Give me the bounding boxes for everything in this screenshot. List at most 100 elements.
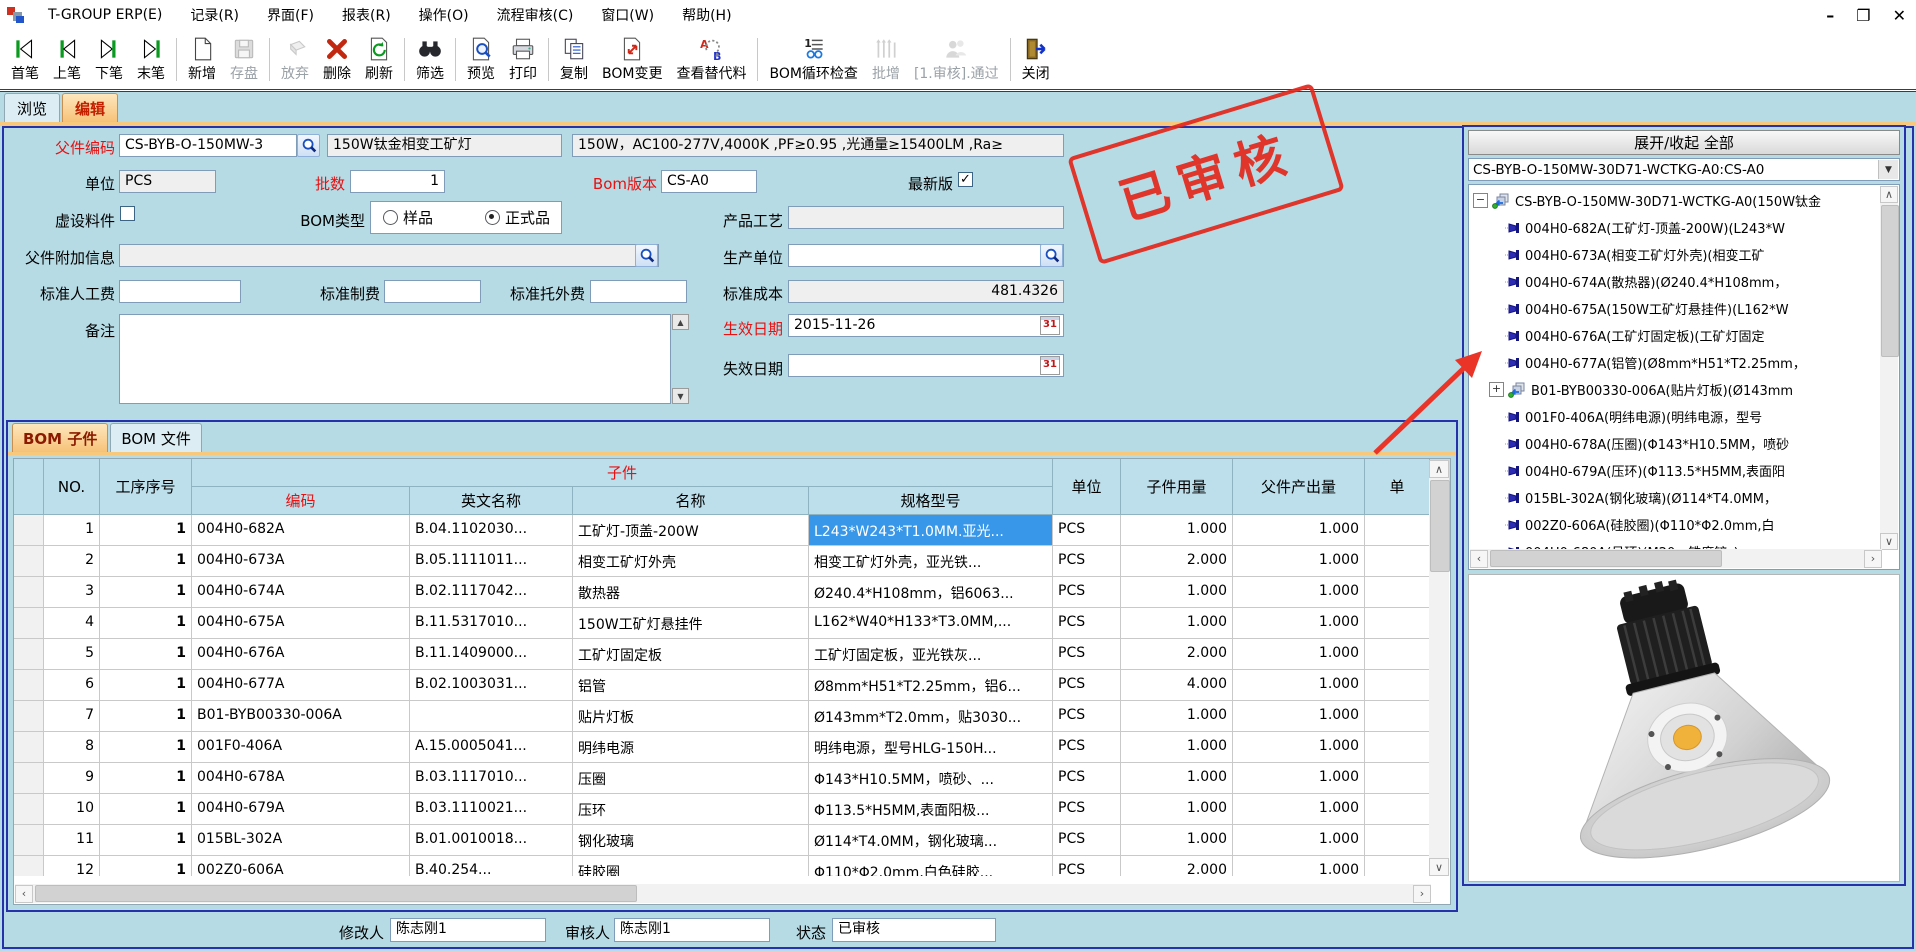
cell-code[interactable]: 002Z0-606A: [192, 856, 410, 876]
table-row[interactable]: 71B01-BYB00330-006A贴片灯板Ø143mm*T2.0mm，贴30…: [14, 701, 1450, 732]
cell-child_qty[interactable]: 4.000: [1121, 670, 1233, 701]
cell-extra[interactable]: [1365, 856, 1430, 876]
std-labor-field[interactable]: [119, 280, 241, 303]
tree-item[interactable]: +B01-BYB00330-006A(贴片灯板)(Ø143mm: [1469, 376, 1879, 403]
cell-name[interactable]: 150W工矿灯悬挂件: [573, 608, 809, 639]
cell-name[interactable]: 铝管: [573, 670, 809, 701]
table-row[interactable]: 121002Z0-606AB.40.254...硅胶圈Φ110*Φ2.0mm,白…: [14, 856, 1450, 876]
bom-type-sample-radio[interactable]: 样品: [383, 207, 433, 228]
cell-child_qty[interactable]: 1.000: [1121, 732, 1233, 763]
cell-child_qty[interactable]: 1.000: [1121, 608, 1233, 639]
cell-child_qty[interactable]: 2.000: [1121, 639, 1233, 670]
cell-unit[interactable]: PCS: [1053, 825, 1121, 856]
cell-sel[interactable]: [14, 670, 44, 701]
batch-add-button[interactable]: 批增: [865, 30, 907, 89]
tab-bom-files[interactable]: BOM 文件: [110, 423, 202, 452]
tree-item[interactable]: 004H0-675A(150W工矿灯悬挂件)(L162*W: [1469, 295, 1879, 322]
cell-op_seq[interactable]: 1: [100, 577, 192, 608]
cell-unit[interactable]: PCS: [1053, 794, 1121, 825]
cell-extra[interactable]: [1365, 608, 1430, 639]
cell-parent_output[interactable]: 1.000: [1233, 825, 1365, 856]
scroll-thumb[interactable]: [35, 885, 637, 902]
cell-no[interactable]: 7: [44, 701, 100, 732]
header-parent-output[interactable]: 父件产出量: [1233, 459, 1365, 515]
cell-code[interactable]: 001F0-406A: [192, 732, 410, 763]
cell-code[interactable]: 015BL-302A: [192, 825, 410, 856]
cell-sel[interactable]: [14, 608, 44, 639]
refresh-button[interactable]: 刷新: [358, 30, 400, 89]
cell-en_name[interactable]: [410, 701, 573, 732]
cell-extra[interactable]: [1365, 670, 1430, 701]
scroll-down-icon[interactable]: ∨: [1880, 533, 1898, 550]
table-row[interactable]: 41004H0-675AB.11.5317010...150W工矿灯悬挂件L16…: [14, 608, 1450, 639]
cell-spec[interactable]: Φ113.5*H5MM,表面阳极...: [809, 794, 1053, 825]
table-row[interactable]: 81001F0-406AA.15.0005041...明纬电源明纬电源，型号HL…: [14, 732, 1450, 763]
expire-date-field[interactable]: [788, 354, 1064, 377]
cell-parent_output[interactable]: 1.000: [1233, 856, 1365, 876]
cell-child_qty[interactable]: 1.000: [1121, 515, 1233, 546]
cell-parent_output[interactable]: 1.000: [1233, 577, 1365, 608]
cell-sel[interactable]: [14, 701, 44, 732]
chevron-down-icon[interactable]: ▼: [1878, 160, 1898, 179]
cell-code[interactable]: 004H0-679A: [192, 794, 410, 825]
cell-spec[interactable]: L243*W243*T1.0MM.亚光...: [809, 515, 1053, 546]
scroll-up-icon[interactable]: ∧: [1880, 186, 1898, 203]
menu-operation[interactable]: 操作(O): [405, 0, 483, 30]
cell-name[interactable]: 工矿灯-顶盖-200W: [573, 515, 809, 546]
cell-op_seq[interactable]: 1: [100, 639, 192, 670]
header-name[interactable]: 名称: [573, 487, 809, 515]
tree-item[interactable]: 004H0-679A(压环)(Φ113.5*H5MM,表面阳: [1469, 457, 1879, 484]
cell-parent_output[interactable]: 1.000: [1233, 608, 1365, 639]
cell-no[interactable]: 12: [44, 856, 100, 876]
cell-sel[interactable]: [14, 546, 44, 577]
table-row[interactable]: 11004H0-682AB.04.1102030...工矿灯-顶盖-200WL2…: [14, 515, 1450, 546]
effective-date-calendar-icon[interactable]: 31: [1040, 316, 1060, 335]
cell-en_name[interactable]: B.01.0010018...: [410, 825, 573, 856]
cell-name[interactable]: 散热器: [573, 577, 809, 608]
cell-no[interactable]: 1: [44, 515, 100, 546]
bom-loop-check-button[interactable]: 1 BOM循环检查: [762, 30, 864, 89]
remark-textarea[interactable]: [119, 314, 671, 404]
tab-edit[interactable]: 编辑: [62, 93, 118, 122]
cell-en_name[interactable]: B.04.1102030...: [410, 515, 573, 546]
cell-op_seq[interactable]: 1: [100, 670, 192, 701]
copy-button[interactable]: 复制: [553, 30, 595, 89]
table-row[interactable]: 21004H0-673AB.05.1111011...相变工矿灯外壳相变工矿灯外…: [14, 546, 1450, 577]
header-unit[interactable]: 单位: [1053, 459, 1121, 515]
cell-sel[interactable]: [14, 577, 44, 608]
cell-no[interactable]: 5: [44, 639, 100, 670]
last-record-button[interactable]: 末笔: [130, 30, 172, 89]
tree-item[interactable]: 004H0-677A(铝管)(Ø8mm*H51*T2.25mm，: [1469, 349, 1879, 376]
cell-code[interactable]: 004H0-673A: [192, 546, 410, 577]
batch-field[interactable]: 1: [350, 170, 445, 193]
cell-no[interactable]: 10: [44, 794, 100, 825]
cell-code[interactable]: B01-BYB00330-006A: [192, 701, 410, 732]
cell-spec[interactable]: Ø8mm*H51*T2.25mm，铝6...: [809, 670, 1053, 701]
cell-unit[interactable]: PCS: [1053, 732, 1121, 763]
latest-version-checkbox[interactable]: ✓: [958, 172, 973, 187]
cell-sel[interactable]: [14, 856, 44, 876]
cell-name[interactable]: 压圈: [573, 763, 809, 794]
cell-op_seq[interactable]: 1: [100, 515, 192, 546]
cell-parent_output[interactable]: 1.000: [1233, 732, 1365, 763]
menu-record[interactable]: 记录(R): [176, 0, 253, 30]
cell-code[interactable]: 004H0-674A: [192, 577, 410, 608]
cell-en_name[interactable]: B.03.1117010...: [410, 763, 573, 794]
menu-report[interactable]: 报表(R): [328, 0, 405, 30]
cell-spec[interactable]: Ø240.4*H108mm，铝6063...: [809, 577, 1053, 608]
cell-en_name[interactable]: A.15.0005041...: [410, 732, 573, 763]
audit-pass-button[interactable]: [1.审核].通过: [907, 30, 1006, 89]
cell-parent_output[interactable]: 1.000: [1233, 794, 1365, 825]
cell-no[interactable]: 4: [44, 608, 100, 639]
table-row[interactable]: 111015BL-302AB.01.0010018...钢化玻璃Ø114*T4.…: [14, 825, 1450, 856]
header-op-seq[interactable]: 工序序号: [100, 459, 192, 515]
cell-name[interactable]: 工矿灯固定板: [573, 639, 809, 670]
cell-child_qty[interactable]: 2.000: [1121, 856, 1233, 876]
menu-interface[interactable]: 界面(F): [253, 0, 328, 30]
tree-item[interactable]: 015BL-302A(钢化玻璃)(Ø114*T4.0MM，: [1469, 484, 1879, 511]
tab-bom-children[interactable]: BOM 子件: [12, 423, 108, 452]
cell-spec[interactable]: Ø143mm*T2.0mm，贴3030...: [809, 701, 1053, 732]
cell-spec[interactable]: L162*W40*H133*T3.0MM,...: [809, 608, 1053, 639]
table-row[interactable]: 101004H0-679AB.03.1110021...压环Φ113.5*H5M…: [14, 794, 1450, 825]
table-row[interactable]: 51004H0-676AB.11.1409000...工矿灯固定板工矿灯固定板，…: [14, 639, 1450, 670]
